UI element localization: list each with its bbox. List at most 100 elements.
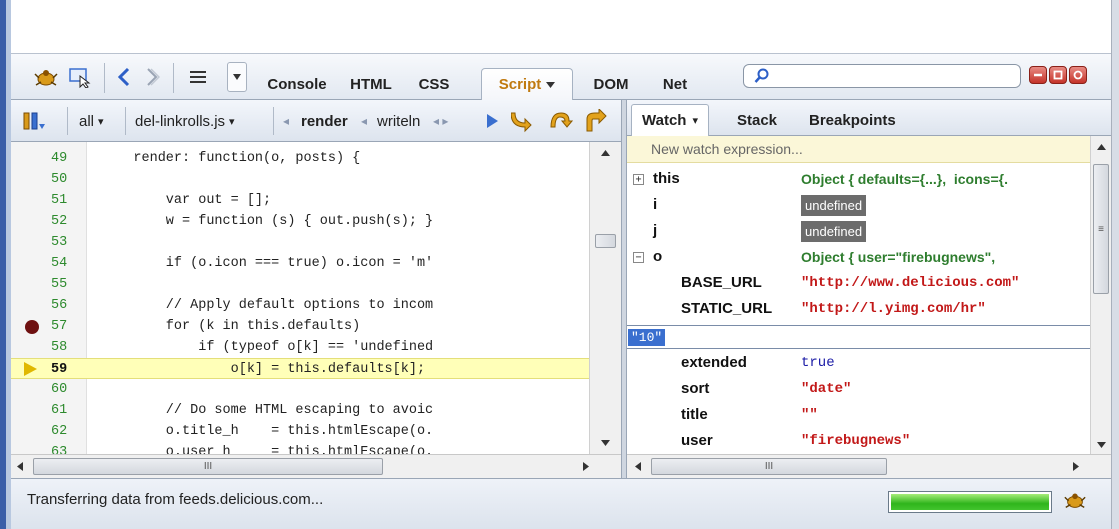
code-line[interactable]: 54 if (o.icon === true) o.icon = 'm' [11, 253, 589, 274]
step-into-icon[interactable] [511, 100, 537, 142]
code-vertical-scrollbar[interactable] [589, 142, 621, 454]
new-watch-expression[interactable]: New watch expression... [627, 136, 1090, 163]
expand-icon[interactable]: + [633, 174, 644, 185]
callstack-next[interactable]: writeln [377, 100, 420, 142]
watch-row-extended[interactable]: extended true [627, 350, 1090, 376]
code-line[interactable]: 63 o.user_h = this.htmlEscape(o. [11, 442, 589, 454]
scroll-down-icon[interactable] [1097, 442, 1106, 448]
selected-edit-text[interactable]: "10" [628, 329, 666, 346]
watch-row-user[interactable]: user "firebugnews" [627, 428, 1090, 454]
line-number[interactable]: 59 [51, 359, 85, 380]
scroll-down-icon[interactable] [601, 440, 610, 446]
line-number[interactable]: 54 [51, 253, 85, 274]
forward-icon[interactable] [139, 54, 165, 100]
menu-icon[interactable] [183, 54, 213, 100]
line-number[interactable]: 53 [51, 232, 85, 253]
line-number[interactable]: 60 [51, 379, 85, 400]
code-line[interactable]: 55 [11, 274, 589, 295]
callstack-more-icon[interactable]: ◂ ▸ [433, 100, 448, 142]
line-number[interactable]: 51 [51, 190, 85, 211]
collapse-icon[interactable]: − [633, 252, 644, 263]
code-line[interactable]: 53 [11, 232, 589, 253]
line-number[interactable]: 55 [51, 274, 85, 295]
watch-horizontal-scrollbar[interactable]: III [627, 454, 1111, 478]
line-number[interactable]: 50 [51, 169, 85, 190]
file-selector[interactable]: del-linkrolls.js ▾ [135, 100, 235, 142]
search-input[interactable] [774, 66, 1014, 86]
continue-icon[interactable] [485, 100, 499, 142]
code-hscroll-thumb[interactable]: III [33, 458, 383, 475]
scroll-right-icon[interactable] [1073, 462, 1079, 471]
code-line[interactable]: 56 // Apply default options to incom [11, 295, 589, 316]
search-field[interactable] [743, 64, 1021, 88]
step-over-icon[interactable] [547, 100, 573, 142]
line-number[interactable]: 49 [51, 148, 85, 169]
tab-dom[interactable]: DOM [581, 68, 641, 100]
firebug-icon[interactable] [31, 54, 61, 100]
watch-name: extended [681, 354, 747, 371]
code-line[interactable]: 49 render: function(o, posts) { [11, 148, 589, 169]
line-number[interactable]: 57 [51, 316, 85, 337]
breakpoint-marker-icon[interactable] [25, 320, 39, 334]
tab-net[interactable]: Net [647, 68, 703, 100]
watch-row-sort[interactable]: sort "date" [627, 376, 1090, 402]
step-out-icon[interactable] [583, 100, 609, 142]
tab-css[interactable]: CSS [409, 68, 459, 100]
code-line[interactable]: 60 [11, 379, 589, 400]
code-line[interactable]: 51 var out = []; [11, 190, 589, 211]
tab-breakpoints[interactable]: Breakpoints [809, 104, 896, 136]
line-number[interactable]: 56 [51, 295, 85, 316]
watch-row-j[interactable]: j undefined [627, 218, 1090, 244]
filter-selector[interactable]: all ▾ [79, 100, 104, 142]
watch-value: "date" [801, 381, 852, 397]
scroll-left-icon[interactable] [635, 462, 641, 471]
scroll-up-icon[interactable] [1097, 144, 1106, 150]
watch-row-this[interactable]: + this Object { defaults={...}, icons={. [627, 166, 1090, 192]
code-line[interactable]: 52 w = function (s) { out.push(s); } [11, 211, 589, 232]
minimize-icon[interactable] [1029, 66, 1047, 84]
code-line[interactable]: 62 o.title_h = this.htmlEscape(o. [11, 421, 589, 442]
tab-watch[interactable]: Watch ▾ [631, 104, 709, 136]
line-number[interactable]: 58 [51, 337, 85, 358]
scroll-left-icon[interactable] [17, 462, 23, 471]
code-line[interactable]: 61 // Do some HTML escaping to avoic [11, 400, 589, 421]
watch-row-title[interactable]: title "" [627, 402, 1090, 428]
line-number[interactable]: 61 [51, 400, 85, 421]
code-text: w = function (s) { out.push(s); } [101, 214, 434, 229]
dropdown-icon[interactable] [227, 62, 247, 92]
code-line[interactable]: 59 o[k] = this.defaults[k]; [11, 358, 589, 379]
scroll-right-icon[interactable] [583, 462, 589, 471]
watch-row-o[interactable]: − o Object { user="firebugnews", [627, 244, 1090, 270]
pause-icon[interactable] [21, 100, 57, 142]
watch-value-editor[interactable]: "10" [627, 325, 1090, 349]
back-icon[interactable] [111, 54, 137, 100]
source-code-view[interactable]: 49 render: function(o, posts) {50 51 var … [11, 142, 589, 454]
scroll-up-icon[interactable] [601, 150, 610, 156]
restore-icon[interactable] [1049, 66, 1067, 84]
watch-row-static-url[interactable]: STATIC_URL "http://l.yimg.com/hr" [627, 296, 1090, 322]
code-line[interactable]: 58 if (typeof o[k] == 'undefined [11, 337, 589, 358]
watch-vertical-scrollbar[interactable]: ≡ [1090, 136, 1111, 454]
line-number[interactable]: 62 [51, 421, 85, 442]
tab-console[interactable]: Console [259, 68, 335, 100]
code-text: // Do some HTML escaping to avoic [101, 403, 434, 418]
tab-stack[interactable]: Stack [737, 104, 777, 136]
watch-row-i[interactable]: i undefined [627, 192, 1090, 218]
code-horizontal-scrollbar[interactable]: III [11, 454, 621, 478]
tab-html[interactable]: HTML [341, 68, 401, 100]
callstack-current[interactable]: render [301, 100, 348, 142]
callstack-left-arrow-icon[interactable]: ◂ [283, 100, 289, 142]
firebug-status-icon[interactable] [1063, 489, 1087, 514]
watch-hscroll-thumb[interactable]: III [651, 458, 887, 475]
code-scroll-thumb[interactable] [595, 234, 616, 248]
close-icon[interactable] [1069, 66, 1087, 84]
page-content-area [11, 0, 1111, 54]
watch-row-base-url[interactable]: BASE_URL "http://www.delicious.com" [627, 270, 1090, 296]
line-number[interactable]: 52 [51, 211, 85, 232]
watch-scroll-thumb[interactable]: ≡ [1093, 164, 1109, 294]
tab-script[interactable]: Script [481, 68, 573, 100]
line-number[interactable]: 63 [51, 442, 85, 454]
inspect-icon[interactable] [65, 54, 95, 100]
code-line[interactable]: 57 for (k in this.defaults) [11, 316, 589, 337]
code-line[interactable]: 50 [11, 169, 589, 190]
